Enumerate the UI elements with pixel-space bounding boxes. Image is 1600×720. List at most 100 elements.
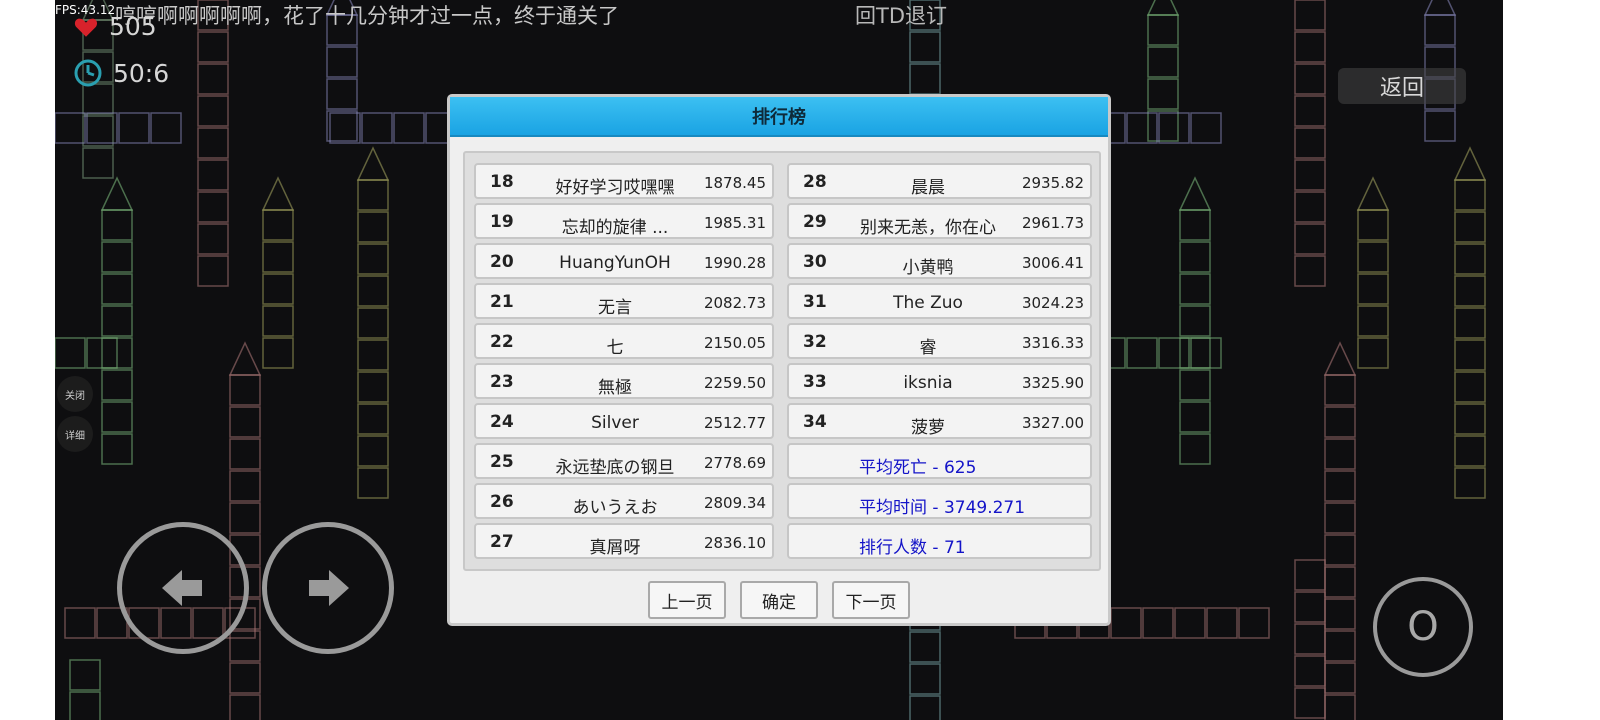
rank-number: 23: [490, 372, 514, 392]
level-block: [909, 663, 941, 695]
time-counter: 50:6: [73, 58, 169, 88]
leaderboard-column-right: 28 晨晨 2935.82 29 别来无恙，你在心 2961.73 30 小黄鸭 3006.41…: [787, 163, 1092, 559]
rank-number: 33: [803, 372, 827, 392]
level-block: [229, 406, 261, 438]
level-block: [197, 159, 229, 191]
close-button[interactable]: 关闭: [57, 376, 93, 412]
ranked-player-count-row: 排行人数 - 71: [787, 523, 1092, 559]
level-block: [1454, 179, 1486, 211]
back-button[interactable]: 返回: [1338, 68, 1466, 104]
level-block: [357, 339, 389, 371]
player-score: 2935.82: [1021, 174, 1084, 192]
average-deaths-row: 平均死亡 - 625: [787, 443, 1092, 479]
player-name: 真屑呀: [589, 538, 641, 558]
spike: [1323, 341, 1357, 376]
death-counter: 505: [73, 12, 157, 41]
level-block: [101, 433, 133, 465]
player-score: 2082.73: [703, 294, 766, 312]
level-block: [1324, 406, 1356, 438]
leaderboard-list: 18 好好学习哎嘿嘿 1878.45 19 忘却的旋律 ... 1985.31 20 Huan…: [463, 151, 1101, 571]
player-name: 晨晨: [911, 178, 945, 198]
leaderboard-row: 19 忘却的旋律 ... 1985.31: [474, 203, 774, 239]
level-block: [118, 112, 150, 144]
level-block: [1454, 435, 1486, 467]
level-block: [197, 95, 229, 127]
clock-icon: [74, 59, 102, 87]
player-name: 小黄鸭: [902, 258, 954, 278]
level-block: [1206, 607, 1238, 639]
level-block: [197, 255, 229, 287]
level-block: [909, 31, 941, 63]
level-block: [82, 83, 114, 115]
player-name: 忘却的旋律 ...: [561, 218, 669, 238]
rank-number: 19: [490, 212, 514, 232]
rank-number: 29: [803, 212, 827, 232]
level-block: [357, 179, 389, 211]
player-score: 1878.45: [703, 174, 766, 192]
player-score: 3327.00: [1021, 414, 1084, 432]
prev-page-button[interactable]: 上一页: [648, 581, 726, 619]
level-block: [197, 31, 229, 63]
dialog-title: 排行榜: [450, 97, 1108, 137]
move-right-button[interactable]: [262, 522, 394, 654]
player-name: 永远垫底の钢旦: [555, 458, 675, 478]
level-block: [1294, 623, 1326, 655]
level-block: [357, 275, 389, 307]
level-block: [1294, 255, 1326, 287]
player-name: HuangYunOH: [559, 253, 671, 273]
level-block: [357, 403, 389, 435]
level-block: [1324, 566, 1356, 598]
level-block: [1294, 0, 1326, 31]
player-score: 2809.34: [703, 494, 766, 512]
player-name: 菠萝: [911, 418, 945, 438]
detail-button[interactable]: 详细: [57, 416, 93, 452]
level-block: [69, 659, 101, 691]
rank-number: 21: [490, 292, 514, 312]
rank-number: 31: [803, 292, 827, 312]
level-block: [1179, 401, 1211, 433]
level-block: [1179, 241, 1211, 273]
level-block: [329, 112, 361, 144]
level-block: [1294, 223, 1326, 255]
leaderboard-row: 23 無極 2259.50: [474, 363, 774, 399]
average-deaths: 平均死亡 - 625: [859, 458, 977, 478]
level-block: [101, 209, 133, 241]
player-name: 好好学习哎嘿嘿: [555, 178, 675, 198]
level-block: [357, 307, 389, 339]
level-block: [101, 401, 133, 433]
level-block: [262, 241, 294, 273]
move-left-button[interactable]: [117, 522, 249, 654]
level-block: [1454, 339, 1486, 371]
level-block: [262, 273, 294, 305]
level-block: [1126, 112, 1158, 144]
level-block: [909, 63, 941, 95]
level-block: [1454, 307, 1486, 339]
level-block: [357, 243, 389, 275]
level-block: [361, 112, 393, 144]
confirm-button[interactable]: 确定: [740, 581, 818, 619]
level-block: [1147, 110, 1179, 142]
player-score: 3024.23: [1021, 294, 1084, 312]
rank-number: 24: [490, 412, 514, 432]
jump-button[interactable]: O: [1373, 577, 1473, 677]
level-block: [262, 209, 294, 241]
level-block: [1147, 78, 1179, 110]
level-block: [1324, 374, 1356, 406]
leaderboard-column-left: 18 好好学习哎嘿嘿 1878.45 19 忘却的旋律 ... 1985.31 20 Huan…: [474, 163, 774, 559]
leaderboard-row: 22 七 2150.05: [474, 323, 774, 359]
level-block: [1158, 112, 1190, 144]
level-block: [1324, 694, 1356, 720]
player-score: 3006.41: [1021, 254, 1084, 272]
rank-number: 28: [803, 172, 827, 192]
leaderboard-row: 32 睿 3316.33: [787, 323, 1092, 359]
level-block: [1179, 337, 1211, 369]
next-page-button[interactable]: 下一页: [832, 581, 910, 619]
player-score: 2512.77: [703, 414, 766, 432]
level-block: [1110, 607, 1142, 639]
level-block: [229, 438, 261, 470]
player-score: 2961.73: [1021, 214, 1084, 232]
level-block: [1294, 655, 1326, 687]
rank-number: 34: [803, 412, 827, 432]
level-block: [1357, 209, 1389, 241]
rank-number: 22: [490, 332, 514, 352]
